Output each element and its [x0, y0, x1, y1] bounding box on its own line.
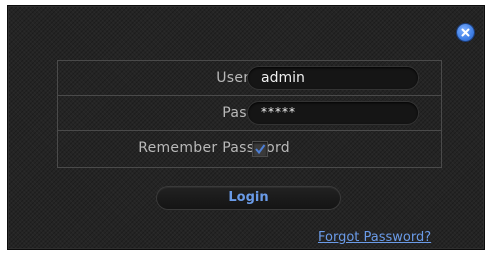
login-button[interactable]: Login [157, 187, 340, 209]
password-input[interactable]: ***** [248, 102, 418, 124]
forgot-password-link[interactable]: Forgot Password? [318, 229, 431, 247]
close-button[interactable] [457, 24, 474, 41]
close-icon [461, 28, 470, 37]
username-input[interactable]: admin [248, 67, 418, 89]
checkmark-icon [255, 144, 266, 155]
username-row: Username admin [58, 61, 441, 96]
password-row: Password ***** [58, 96, 441, 131]
remember-password-checkbox[interactable] [253, 142, 267, 156]
remember-row: Remember Password [58, 131, 441, 167]
remember-password-label: Remember Password [138, 140, 290, 156]
login-form: Username admin Password ***** Remember P… [57, 60, 442, 168]
